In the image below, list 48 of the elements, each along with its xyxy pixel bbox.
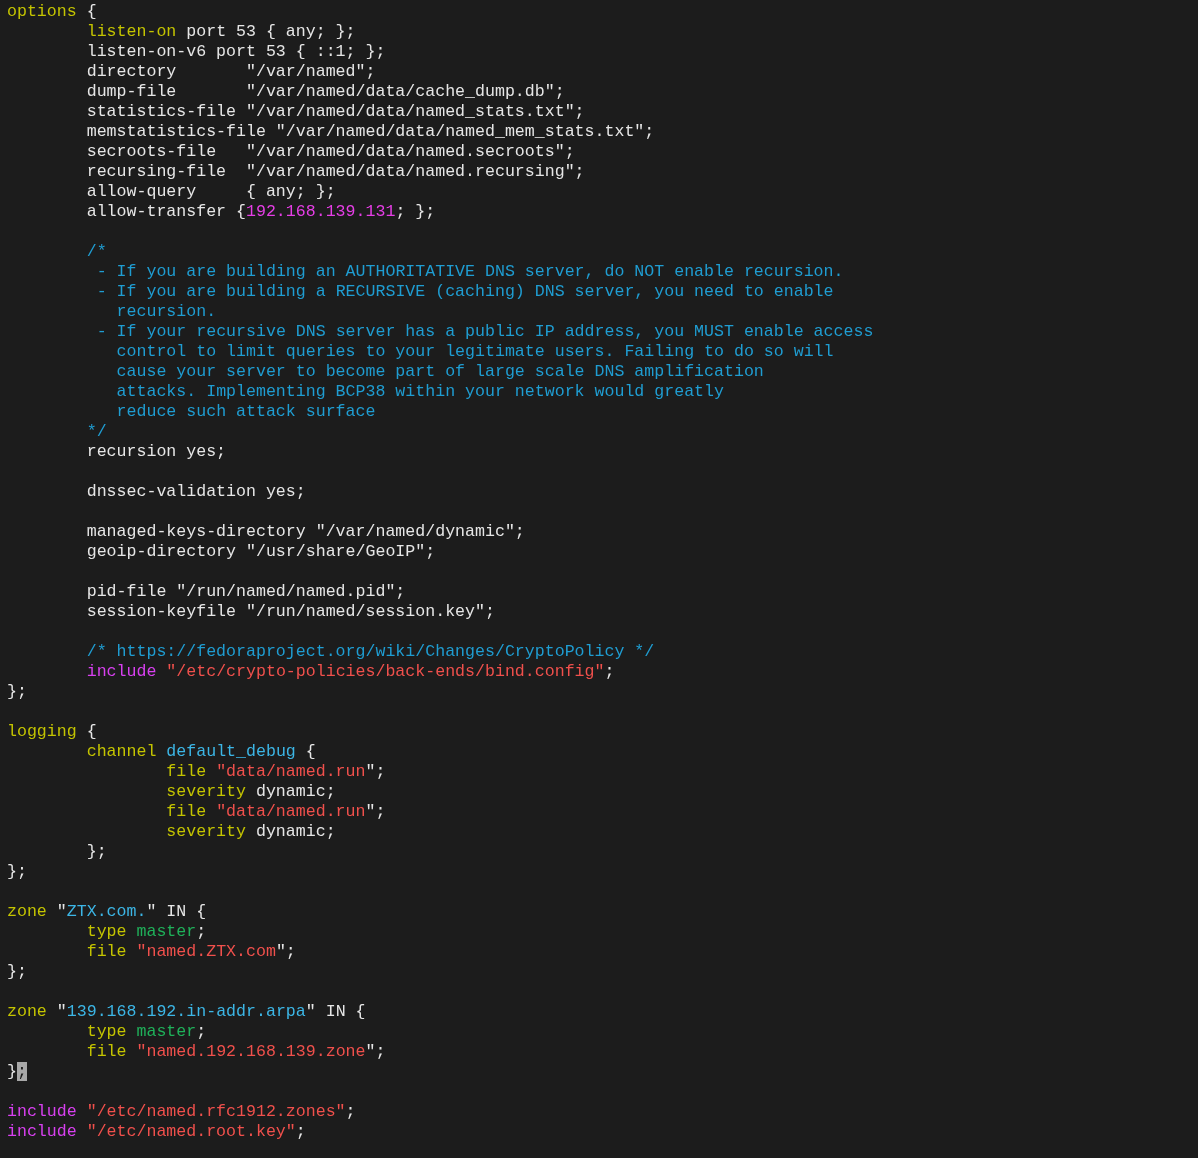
- code-line: include "/etc/named.root.key";: [7, 1122, 306, 1142]
- code-line: severity dynamic;: [166, 822, 336, 842]
- code-line: pid-file "/run/named/named.pid";: [86, 582, 406, 602]
- code-line: directory "/var/named";: [86, 62, 376, 82]
- code-line: /*: [86, 242, 107, 262]
- code-line: managed-keys-directory "/var/named/dynamic";: [86, 522, 525, 542]
- code-line: include "/etc/named.rfc1912.zones";: [7, 1102, 356, 1122]
- code-line: listen-on-v6 port 53 { ::1; };: [86, 42, 386, 62]
- code-line: type master;: [86, 922, 207, 942]
- code-line: attacks. Implementing BCP38 within your network would greatly: [116, 382, 724, 402]
- code-line: */: [86, 422, 107, 442]
- code-line: };: [86, 842, 107, 862]
- code-line: reduce such attack surface: [116, 402, 376, 422]
- code-line: file "data/named.run";: [166, 762, 386, 782]
- code-line: options {: [7, 2, 97, 22]
- code-line: session-keyfile "/run/named/session.key";: [86, 602, 495, 622]
- code-line: file "named.192.168.139.zone";: [86, 1042, 386, 1062]
- code-line: include "/etc/crypto-policies/back-ends/bind.config";: [86, 662, 615, 682]
- code-line: - If you are building an AUTHORITATIVE DNS server, do NOT enable recursion.: [96, 262, 844, 282]
- code-line: type master;: [86, 1022, 207, 1042]
- code-line: statistics-file "/var/named/data/named_stats.txt";: [86, 102, 585, 122]
- code-line: dnssec-validation yes;: [86, 482, 306, 502]
- code-line: file "named.ZTX.com";: [86, 942, 296, 962]
- code-line: channel default_debug {: [86, 742, 316, 762]
- code-line: };: [7, 862, 27, 882]
- code-line: - If your recursive DNS server has a public IP address, you MUST enable access: [96, 322, 874, 342]
- code-line: /* https://fedoraproject.org/wiki/Changes/CryptoPolicy */: [86, 642, 655, 662]
- code-line: zone "ZTX.com." IN {: [7, 902, 207, 922]
- code-line: secroots-file "/var/named/data/named.secroots";: [86, 142, 575, 162]
- code-line: };: [7, 962, 27, 982]
- code-line: recursion yes;: [86, 442, 227, 462]
- code-line: recursion.: [116, 302, 217, 322]
- code-line: dump-file "/var/named/data/cache_dump.db";: [86, 82, 565, 102]
- code-line: recursing-file "/var/named/data/named.recursing";: [86, 162, 585, 182]
- code-line: listen-on port 53 { any; };: [86, 22, 356, 42]
- code-line: - If you are building a RECURSIVE (caching) DNS server, you need to enable: [96, 282, 834, 302]
- code-line: logging {: [7, 722, 97, 742]
- code-line: zone "139.168.192.in-addr.arpa" IN {: [7, 1002, 366, 1022]
- code-line: allow-query { any; };: [86, 182, 336, 202]
- code-line: file "data/named.run";: [166, 802, 386, 822]
- code-line: allow-transfer {192.168.139.131; };: [86, 202, 436, 222]
- code-line: control to limit queries to your legitimate users. Failing to do so will: [116, 342, 834, 362]
- code-line: memstatistics-file "/var/named/data/named_mem_stats.txt";: [86, 122, 655, 142]
- code-line: severity dynamic;: [166, 782, 336, 802]
- code-line: cause your server to become part of large scale DNS amplification: [116, 362, 764, 382]
- code-line: };: [7, 682, 27, 702]
- code-line: };: [7, 1062, 27, 1082]
- code-line: geoip-directory "/usr/share/GeoIP";: [86, 542, 436, 562]
